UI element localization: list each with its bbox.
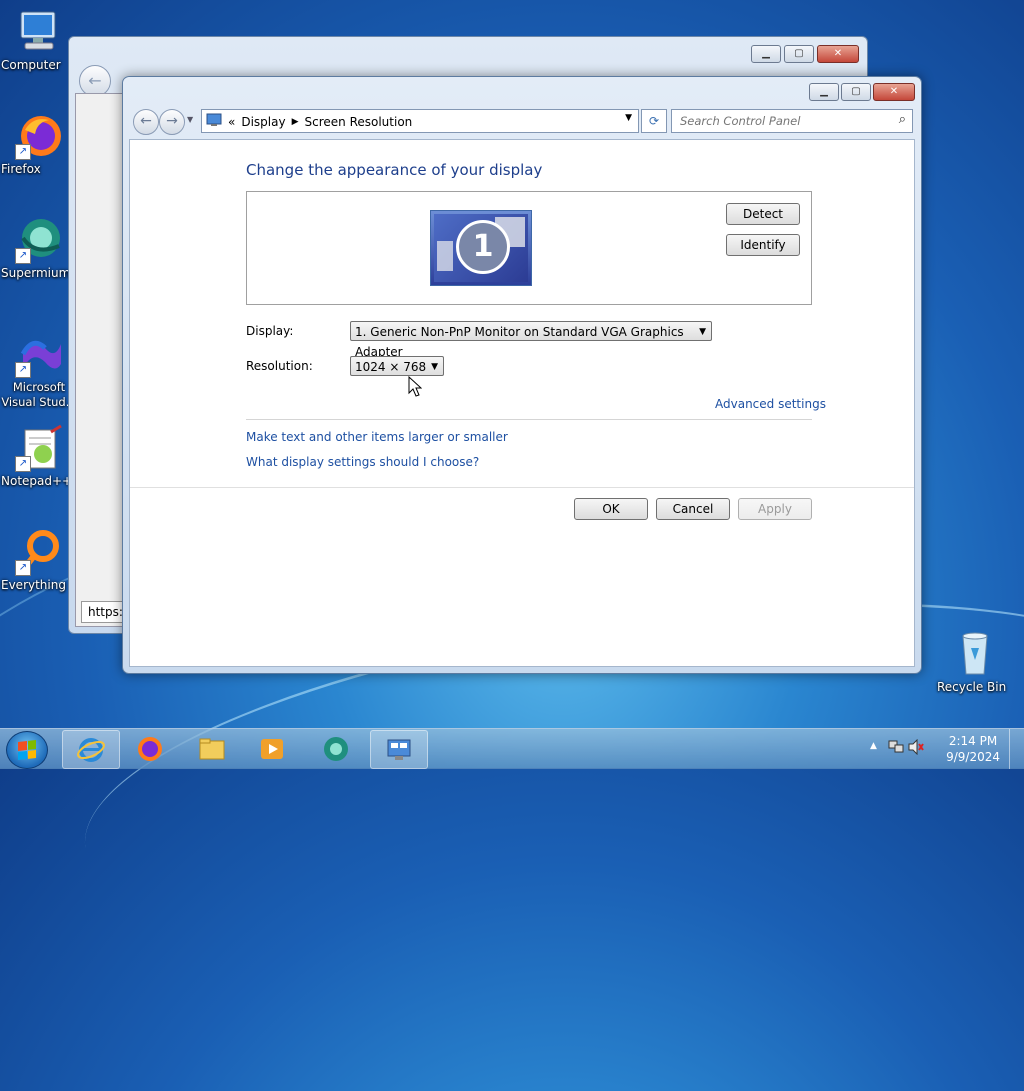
notepadpp-icon: ↗: [15, 424, 63, 472]
resolution-select[interactable]: 1024 × 768 ▼: [350, 356, 444, 376]
system-tray: ▲ 2:14 PM 9/9/2024: [854, 729, 1024, 769]
display-label: Display:: [246, 324, 294, 338]
cancel-button[interactable]: Cancel: [656, 498, 730, 520]
search-box[interactable]: ⌕: [671, 109, 913, 133]
recycle-bin-icon: [951, 630, 999, 678]
navigation-bar: ← → ▼ « Display ▶ Screen Resolution ▼ ⟳ …: [131, 107, 913, 135]
taskbar-control-panel[interactable]: [370, 730, 428, 769]
divider: [246, 419, 812, 420]
maximize-button[interactable]: ▢: [784, 45, 814, 63]
minimize-button[interactable]: ▁: [751, 45, 781, 63]
start-button[interactable]: [6, 731, 48, 769]
breadcrumb-screen-resolution[interactable]: Screen Resolution: [305, 115, 413, 129]
chevron-down-icon: ▼: [699, 327, 706, 337]
desktop-icon-everything[interactable]: ↗ Everything: [1, 528, 77, 592]
folder-icon: [199, 738, 225, 760]
clock-date: 9/9/2024: [946, 750, 1000, 764]
minimize-button[interactable]: ▁: [809, 83, 839, 101]
search-input[interactable]: [678, 113, 882, 129]
maximize-button[interactable]: ▢: [841, 83, 871, 101]
close-button[interactable]: ✕: [817, 45, 859, 63]
show-hidden-icons-icon[interactable]: ▲: [870, 741, 877, 751]
breadcrumb-separator-icon[interactable]: ▶: [292, 117, 299, 127]
clock-time: 2:14 PM: [948, 734, 998, 748]
ok-button[interactable]: OK: [574, 498, 648, 520]
detect-button[interactable]: Detect: [726, 203, 800, 225]
supermium-icon: ↗: [15, 216, 63, 264]
screen-resolution-window[interactable]: ▁ ▢ ✕ ← → ▼ « Display ▶ Screen Resolutio…: [122, 76, 922, 674]
resolution-label: Resolution:: [246, 359, 313, 373]
taskbar-supermium[interactable]: [308, 730, 364, 767]
apply-button[interactable]: Apply: [738, 498, 812, 520]
forward-icon[interactable]: →: [159, 109, 185, 135]
desktop-icon-recycle-bin[interactable]: Recycle Bin: [937, 630, 1013, 694]
mouse-cursor-icon: [408, 376, 422, 397]
breadcrumb-overflow-icon[interactable]: «: [228, 115, 235, 129]
clock[interactable]: 2:14 PM 9/9/2024: [946, 733, 1000, 765]
desktop-icon-firefox[interactable]: ↗ Firefox: [1, 112, 77, 176]
monitor-number: 1: [456, 220, 510, 274]
media-player-icon: [261, 739, 283, 759]
taskbar-media-player[interactable]: [244, 730, 300, 767]
identify-button[interactable]: Identify: [726, 234, 800, 256]
shortcut-arrow-icon: ↗: [15, 144, 31, 160]
taskbar-internet-explorer[interactable]: [62, 730, 120, 769]
firefox-icon: [138, 737, 162, 761]
breadcrumb-display[interactable]: Display: [241, 115, 285, 129]
page-title: Change the appearance of your display: [246, 161, 543, 179]
computer-icon: [15, 8, 63, 56]
everything-search-icon: ↗: [15, 528, 63, 576]
internet-explorer-icon: [77, 738, 105, 762]
supermium-icon: [324, 737, 348, 761]
display-settings-help-link[interactable]: What display settings should I choose?: [246, 455, 479, 469]
control-panel-icon: [387, 739, 411, 760]
taskbar-firefox[interactable]: [122, 730, 178, 767]
volume-muted-icon[interactable]: [908, 738, 924, 758]
recent-pages-dropdown-icon[interactable]: ▼: [187, 115, 193, 124]
control-panel-icon: [206, 113, 222, 130]
windows-logo-icon: [18, 740, 36, 760]
shortcut-arrow-icon: ↗: [15, 248, 31, 264]
desktop-icon-supermium[interactable]: ↗ Supermium: [1, 216, 77, 280]
text-size-link[interactable]: Make text and other items larger or smal…: [246, 430, 508, 444]
divider: [130, 487, 914, 488]
monitor-arrangement-area: 1 Detect Identify: [246, 191, 812, 305]
search-icon[interactable]: ⌕: [899, 112, 906, 127]
desktop-icon-computer[interactable]: Computer: [1, 8, 77, 72]
chevron-down-icon: ▼: [431, 362, 438, 372]
back-icon[interactable]: ←: [133, 109, 159, 135]
desktop-icon-visual-studio[interactable]: ↗ Microsoft Visual Stud...: [1, 330, 77, 409]
shortcut-arrow-icon: ↗: [15, 456, 31, 472]
address-dropdown-icon[interactable]: ▼: [625, 113, 632, 123]
advanced-settings-link[interactable]: Advanced settings: [715, 397, 826, 411]
close-button[interactable]: ✕: [873, 83, 915, 101]
shortcut-arrow-icon: ↗: [15, 362, 31, 378]
network-icon[interactable]: [888, 739, 904, 758]
display-select[interactable]: 1. Generic Non-PnP Monitor on Standard V…: [350, 321, 712, 359]
firefox-icon: ↗: [15, 112, 63, 160]
taskbar: ▲ 2:14 PM 9/9/2024: [0, 728, 1024, 769]
taskbar-file-explorer[interactable]: [184, 730, 240, 767]
shortcut-arrow-icon: ↗: [15, 560, 31, 576]
desktop-icon-notepadpp[interactable]: ↗ Notepad++: [1, 424, 77, 488]
show-desktop-button[interactable]: [1009, 729, 1024, 769]
refresh-icon[interactable]: ⟳: [641, 109, 667, 133]
address-bar[interactable]: « Display ▶ Screen Resolution ▼: [201, 109, 639, 133]
content-pane: Change the appearance of your display 1 …: [129, 139, 915, 667]
visual-studio-icon: ↗: [15, 330, 63, 378]
monitor-1-icon[interactable]: 1: [430, 210, 532, 286]
